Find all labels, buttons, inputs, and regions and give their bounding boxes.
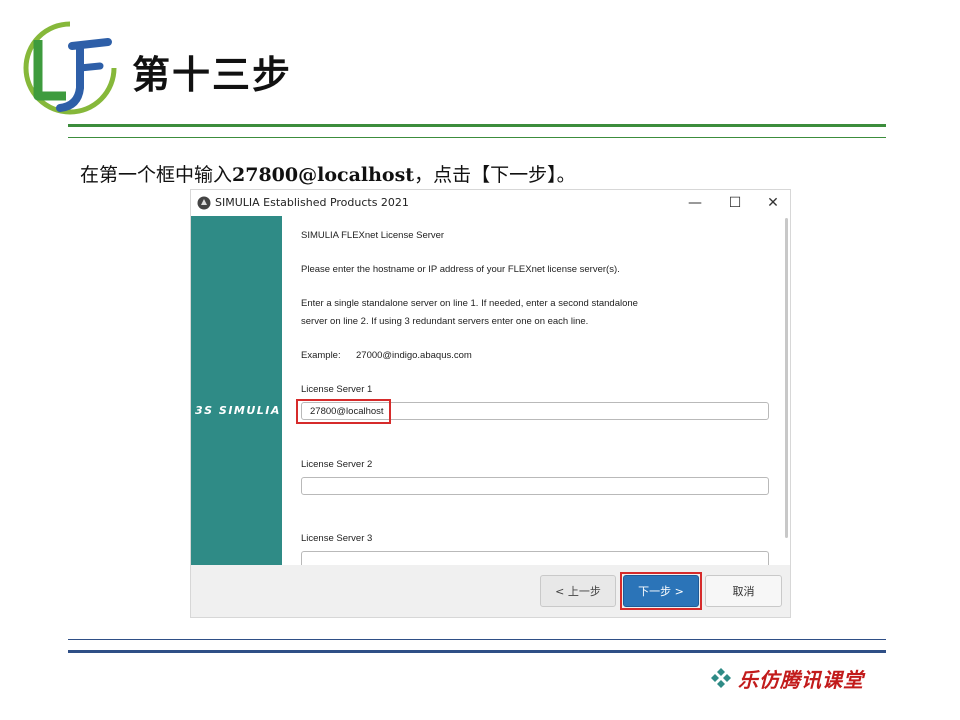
content-line-3: server on line 2. If using 3 redundant s… (301, 316, 589, 327)
content-line-1: Please enter the hostname or IP address … (301, 264, 620, 275)
window-title: SIMULIA Established Products 2021 (215, 196, 409, 209)
server3-label: License Server 3 (301, 533, 373, 544)
close-button[interactable]: ✕ (755, 192, 791, 214)
example-value: 27000@indigo.abaqus.com (356, 350, 472, 361)
license-server-2-input[interactable] (301, 477, 769, 495)
installer-footer: < 上一步 下一步 > 取消 (191, 565, 790, 617)
simulia-app-icon (197, 196, 211, 210)
diamond-cluster-icon (711, 668, 731, 688)
license-server-3-input[interactable] (301, 551, 769, 565)
server1-label: License Server 1 (301, 384, 373, 395)
footer-brand-text: 乐仿腾讯课堂 (738, 668, 864, 692)
window-titlebar[interactable]: SIMULIA Established Products 2021 — ☐ ✕ (191, 190, 790, 216)
content-heading: SIMULIA FLEXnet License Server (301, 230, 445, 241)
content-scrollbar[interactable] (785, 218, 788, 538)
license-server-1-input[interactable] (301, 402, 769, 420)
footer-divider (68, 650, 886, 653)
instruction-prefix: 在第一个框中输入 (80, 164, 233, 186)
installer-sidebar: 3S SIMULIA (191, 216, 282, 565)
cancel-button[interactable]: 取消 (705, 575, 782, 607)
server2-label: License Server 2 (301, 459, 373, 470)
content-line-2: Enter a single standalone server on line… (301, 298, 638, 309)
lf-logo-icon (23, 21, 117, 115)
instruction-text: 在第一个框中输入27800@localhost，点击【下一步】。 (80, 160, 576, 187)
next-button[interactable]: 下一步 > (623, 575, 699, 607)
slide-title: 第十三步 (132, 53, 293, 97)
footer-divider-thin (68, 639, 886, 640)
instruction-value: 27800@localhost (232, 164, 415, 186)
maximize-button[interactable]: ☐ (717, 192, 753, 214)
installer-window: SIMULIA Established Products 2021 — ☐ ✕ … (191, 190, 790, 617)
header-divider-thin (68, 137, 886, 138)
header-divider (68, 124, 886, 127)
minimize-button[interactable]: — (677, 192, 713, 214)
example-label: Example: (301, 350, 341, 361)
back-button[interactable]: < 上一步 (540, 575, 616, 607)
installer-content: SIMULIA FLEXnet License Server Please en… (282, 216, 790, 565)
instruction-suffix: ，点击【下一步】。 (414, 164, 576, 186)
simulia-brand-logo: 3S SIMULIA (195, 404, 281, 417)
